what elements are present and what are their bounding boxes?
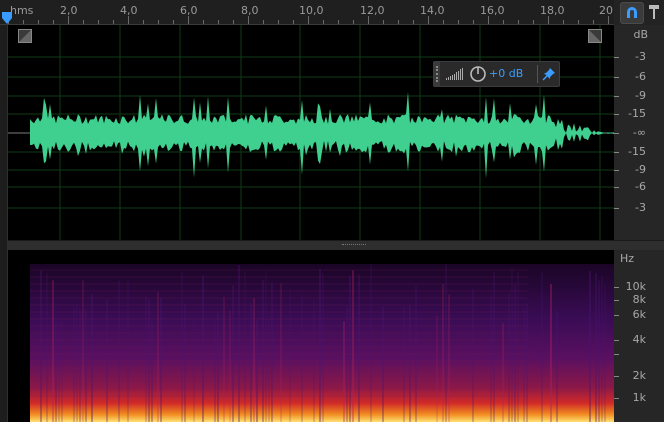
time-label: 10,0 <box>299 4 324 17</box>
time-unit-label: hms <box>10 4 34 17</box>
waveform-display[interactable] <box>8 25 614 240</box>
amplitude-scale[interactable]: dB -3 -6 -9 -15 -∞ -15 -9 -6 -3 <box>614 25 664 240</box>
time-label: 18,0 <box>540 4 565 17</box>
gain-value[interactable]: +0 dB <box>489 67 523 80</box>
ruler-tick <box>293 20 294 24</box>
ruler-tick <box>368 16 369 24</box>
hz-label: 10k <box>625 280 646 293</box>
ruler-tick <box>38 20 39 24</box>
ruler-tick <box>23 20 24 24</box>
db-label: -9 <box>635 163 646 176</box>
time-ruler[interactable]: hms 2,0 4,0 6,0 8,0 10,0 12,0 14,0 16,0 … <box>0 0 614 25</box>
db-label: -15 <box>628 107 646 120</box>
ruler-tick <box>218 20 219 24</box>
hud-separator <box>537 65 538 83</box>
ruler-tick <box>128 16 129 24</box>
hz-label: 8k <box>632 293 646 306</box>
ruler-tick <box>413 20 414 24</box>
waveform-shape <box>30 91 614 179</box>
fade-out-handle[interactable] <box>588 29 602 43</box>
ruler-tick <box>488 16 489 24</box>
ruler-tick <box>503 20 504 24</box>
ruler-tick <box>533 20 534 24</box>
hz-label: 4k <box>632 333 646 346</box>
time-label: 8,0 <box>241 4 259 17</box>
time-label: 20 <box>599 4 613 17</box>
hz-label: 6k <box>632 308 646 321</box>
db-label: -6 <box>635 180 646 193</box>
playhead-marker-icon[interactable] <box>2 12 12 24</box>
divider-grip[interactable] <box>342 244 366 247</box>
ruler-tick <box>233 20 234 24</box>
ruler-tick <box>323 20 324 24</box>
ruler-tick <box>383 20 384 24</box>
db-label: -3 <box>635 50 646 63</box>
ruler-tick <box>248 16 249 24</box>
ruler-tick <box>548 16 549 24</box>
snap-toggle-button[interactable] <box>620 2 644 24</box>
ruler-tick <box>398 20 399 24</box>
ruler-tick <box>353 20 354 24</box>
ruler-tick <box>308 16 309 24</box>
ruler-tick <box>203 20 204 24</box>
db-label: -15 <box>628 145 646 158</box>
db-unit-label: dB <box>633 28 648 41</box>
spectrogram-energy <box>30 264 614 422</box>
gain-knob-icon[interactable] <box>469 65 487 83</box>
pin-ruler-button[interactable] <box>645 2 664 22</box>
ruler-tick <box>443 20 444 24</box>
ruler-tick <box>143 20 144 24</box>
ruler-tick <box>563 20 564 24</box>
ruler-tick <box>68 16 69 24</box>
time-label: 16,0 <box>480 4 505 17</box>
hz-unit-label: Hz <box>619 252 634 265</box>
ruler-tick <box>428 16 429 24</box>
track-left-strip <box>0 25 7 422</box>
pin-icon <box>649 5 659 19</box>
spectral-display[interactable] <box>8 250 614 422</box>
db-label: -6 <box>635 70 646 83</box>
fade-in-handle[interactable] <box>18 29 32 43</box>
ruler-tick <box>338 20 339 24</box>
time-label: 14,0 <box>420 4 445 17</box>
ruler-tick <box>578 20 579 24</box>
frequency-scale[interactable]: Hz 10k 8k 6k 4k 2k 1k <box>614 250 664 422</box>
ruler-tick <box>173 20 174 24</box>
ruler-tick <box>113 20 114 24</box>
hud-pin-icon[interactable] <box>542 67 556 81</box>
ruler-tick <box>518 20 519 24</box>
ruler-tick <box>83 20 84 24</box>
hz-label: 1k <box>632 391 646 404</box>
ruler-tick <box>608 16 609 24</box>
gain-hud[interactable]: +0 dB <box>433 61 560 87</box>
ruler-tick <box>593 20 594 24</box>
spectrogram-canvas[interactable] <box>8 250 614 422</box>
ruler-tick <box>278 20 279 24</box>
hz-label: 2k <box>632 369 646 382</box>
ruler-tick <box>458 20 459 24</box>
ruler-tick <box>98 20 99 24</box>
volume-bars-icon <box>446 68 463 80</box>
ruler-tick <box>188 16 189 24</box>
ruler-tick <box>53 20 54 24</box>
magnet-icon <box>627 7 637 18</box>
db-label: -∞ <box>632 126 646 139</box>
ruler-tick <box>473 20 474 24</box>
db-label: -3 <box>635 201 646 214</box>
hud-drag-handle[interactable] <box>434 62 440 86</box>
ruler-tick <box>263 20 264 24</box>
waveform-canvas[interactable] <box>8 25 614 240</box>
db-label: -9 <box>635 89 646 102</box>
time-label: 12,0 <box>360 4 385 17</box>
ruler-tick <box>158 20 159 24</box>
